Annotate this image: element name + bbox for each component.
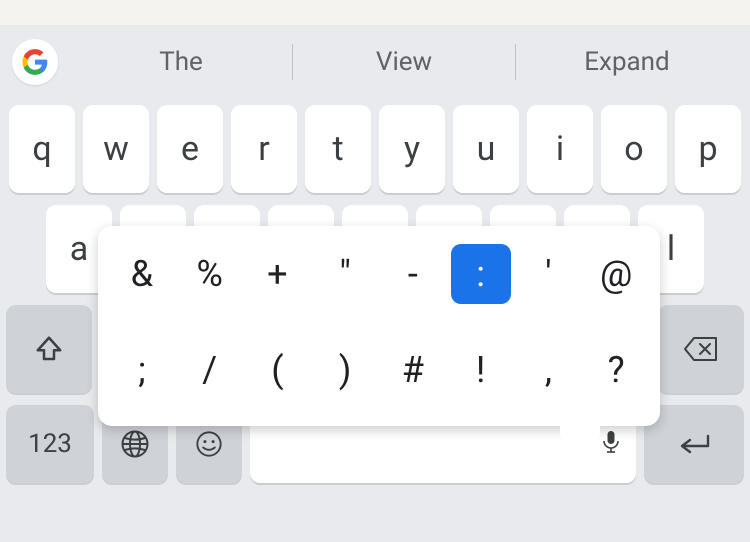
popup-key-apostrophe[interactable]: ' [518, 244, 578, 304]
popup-key-dash[interactable]: - [383, 244, 443, 304]
emoji-icon [195, 430, 223, 458]
popup-key-question[interactable]: ? [586, 340, 646, 400]
symbols-key[interactable]: 123 [6, 405, 94, 483]
enter-icon [676, 432, 712, 456]
suggestion-1[interactable]: The [70, 40, 292, 84]
long-press-popup: & % + " - : ' @ ; / ( ) # ! , ? [98, 226, 660, 426]
backspace-key[interactable] [658, 305, 744, 393]
key-q[interactable]: q [9, 105, 75, 193]
popup-key-quote[interactable]: " [315, 244, 375, 304]
suggestion-bar: The View Expand [0, 25, 750, 99]
google-logo-button[interactable] [12, 39, 58, 85]
key-i[interactable]: i [527, 105, 593, 193]
globe-icon [120, 429, 150, 459]
key-y[interactable]: y [379, 105, 445, 193]
popup-key-rparen[interactable]: ) [315, 340, 375, 400]
shift-icon [34, 334, 64, 364]
popup-key-amp[interactable]: & [112, 244, 172, 304]
key-u[interactable]: u [453, 105, 519, 193]
popup-key-colon[interactable]: : [451, 244, 511, 304]
popup-key-lparen[interactable]: ( [247, 340, 307, 400]
backspace-icon [683, 335, 719, 363]
mic-icon [602, 430, 620, 458]
popup-key-comma[interactable]: , [518, 340, 578, 400]
suggestion-2[interactable]: View [293, 40, 515, 84]
key-w[interactable]: w [83, 105, 149, 193]
popup-key-exclaim[interactable]: ! [451, 340, 511, 400]
popup-key-percent[interactable]: % [180, 244, 240, 304]
key-e[interactable]: e [157, 105, 223, 193]
shift-key[interactable] [6, 305, 92, 393]
key-t[interactable]: t [305, 105, 371, 193]
popup-key-semicolon[interactable]: ; [112, 340, 172, 400]
popup-key-at[interactable]: @ [586, 244, 646, 304]
popup-key-slash[interactable]: / [180, 340, 240, 400]
popup-key-plus[interactable]: + [247, 244, 307, 304]
key-r[interactable]: r [231, 105, 297, 193]
suggestion-3[interactable]: Expand [516, 40, 738, 84]
google-icon [21, 48, 49, 76]
key-o[interactable]: o [601, 105, 667, 193]
key-p[interactable]: p [675, 105, 741, 193]
popup-key-hash[interactable]: # [383, 340, 443, 400]
popup-tail [560, 420, 600, 440]
key-row-1: q w e r t y u i o p [0, 99, 750, 199]
app-content-edge [0, 0, 750, 25]
